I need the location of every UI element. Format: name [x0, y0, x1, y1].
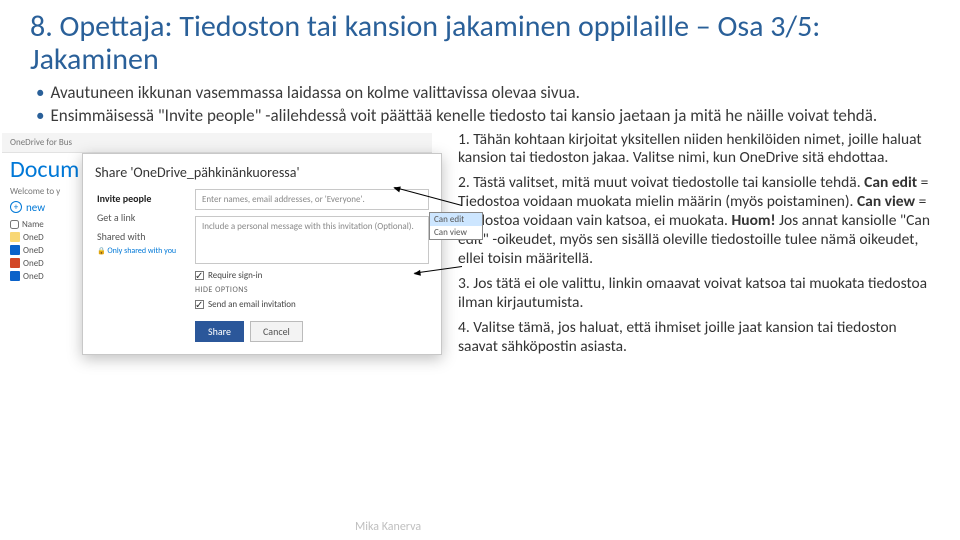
tab-shared-with[interactable]: Shared with — [95, 227, 185, 246]
step-text: Jos tätä ei ole valittu, linkin omaavat … — [458, 274, 927, 312]
author-name: Mika Kanerva — [355, 520, 421, 534]
share-dialog: Share 'OneDrive_pähkinänkuoressa' Invite… — [82, 153, 442, 355]
only-shared-label: Only shared with you — [95, 246, 185, 256]
tab-invite-people[interactable]: Invite people — [95, 189, 185, 208]
send-email-label: Send an email invitation — [208, 299, 296, 310]
slide-title: 8. Opettaja: Tiedoston tai kansion jakam… — [30, 10, 930, 76]
perm-can-view[interactable]: Can view — [430, 226, 482, 239]
share-button[interactable]: Share — [195, 321, 244, 342]
can-view-label: Can view — [857, 192, 915, 211]
plus-icon: + — [10, 201, 22, 213]
bullet-dot: • — [36, 105, 44, 126]
new-label: new — [26, 201, 45, 214]
perm-can-edit[interactable]: Can edit — [430, 213, 482, 226]
names-input[interactable]: Enter names, email addresses, or 'Everyo… — [195, 189, 429, 210]
require-signin-label: Require sign-in — [208, 270, 262, 281]
step-text: Tähän kohtaan kirjoitat yksitellen niide… — [458, 130, 922, 168]
word-icon — [10, 271, 20, 281]
bullet-text: Avautuneen ikkunan vasemmassa laidassa o… — [50, 82, 579, 103]
bullet-text: Ensimmäisessä "Invite people" -alilehdes… — [50, 105, 877, 126]
huom-label: Huom! — [731, 211, 775, 230]
ppt-icon — [10, 258, 20, 268]
permission-dropdown[interactable]: Can edit Can view — [429, 212, 483, 240]
require-signin-checkbox[interactable] — [195, 271, 204, 280]
message-input[interactable]: Include a personal message with this inv… — [195, 216, 429, 264]
step-text: Tästä valitset, mitä muut voivat tiedost… — [473, 173, 864, 192]
word-icon — [10, 245, 20, 255]
cancel-button[interactable]: Cancel — [250, 321, 303, 342]
step-number: 3. — [458, 274, 470, 293]
send-email-checkbox[interactable] — [195, 300, 204, 309]
step-number: 1. — [458, 130, 470, 149]
can-edit-label: Can edit — [864, 173, 917, 192]
select-all-checkbox[interactable] — [10, 220, 19, 229]
step-number: 2. — [458, 173, 470, 192]
folder-icon — [10, 232, 20, 242]
tab-get-link[interactable]: Get a link — [95, 208, 185, 227]
hide-options-link[interactable]: HIDE OPTIONS — [195, 285, 429, 295]
intro-bullets: • Avautuneen ikkunan vasemmassa laidassa … — [36, 82, 930, 127]
dialog-title: Share 'OneDrive_pähkinänkuoressa' — [95, 164, 429, 181]
column-name: Name — [22, 219, 44, 230]
step-text: Valitse tämä, jos haluat, että ihmiset j… — [458, 318, 897, 356]
instructions: 1. Tähän kohtaan kirjoitat yksitellen ni… — [432, 131, 930, 363]
screenshot: OneDrive for Bus Docum Welcome to y + ne… — [2, 133, 432, 363]
breadcrumb: OneDrive for Bus — [2, 133, 432, 153]
bullet-dot: • — [36, 82, 44, 103]
step-number: 4. — [458, 318, 470, 337]
